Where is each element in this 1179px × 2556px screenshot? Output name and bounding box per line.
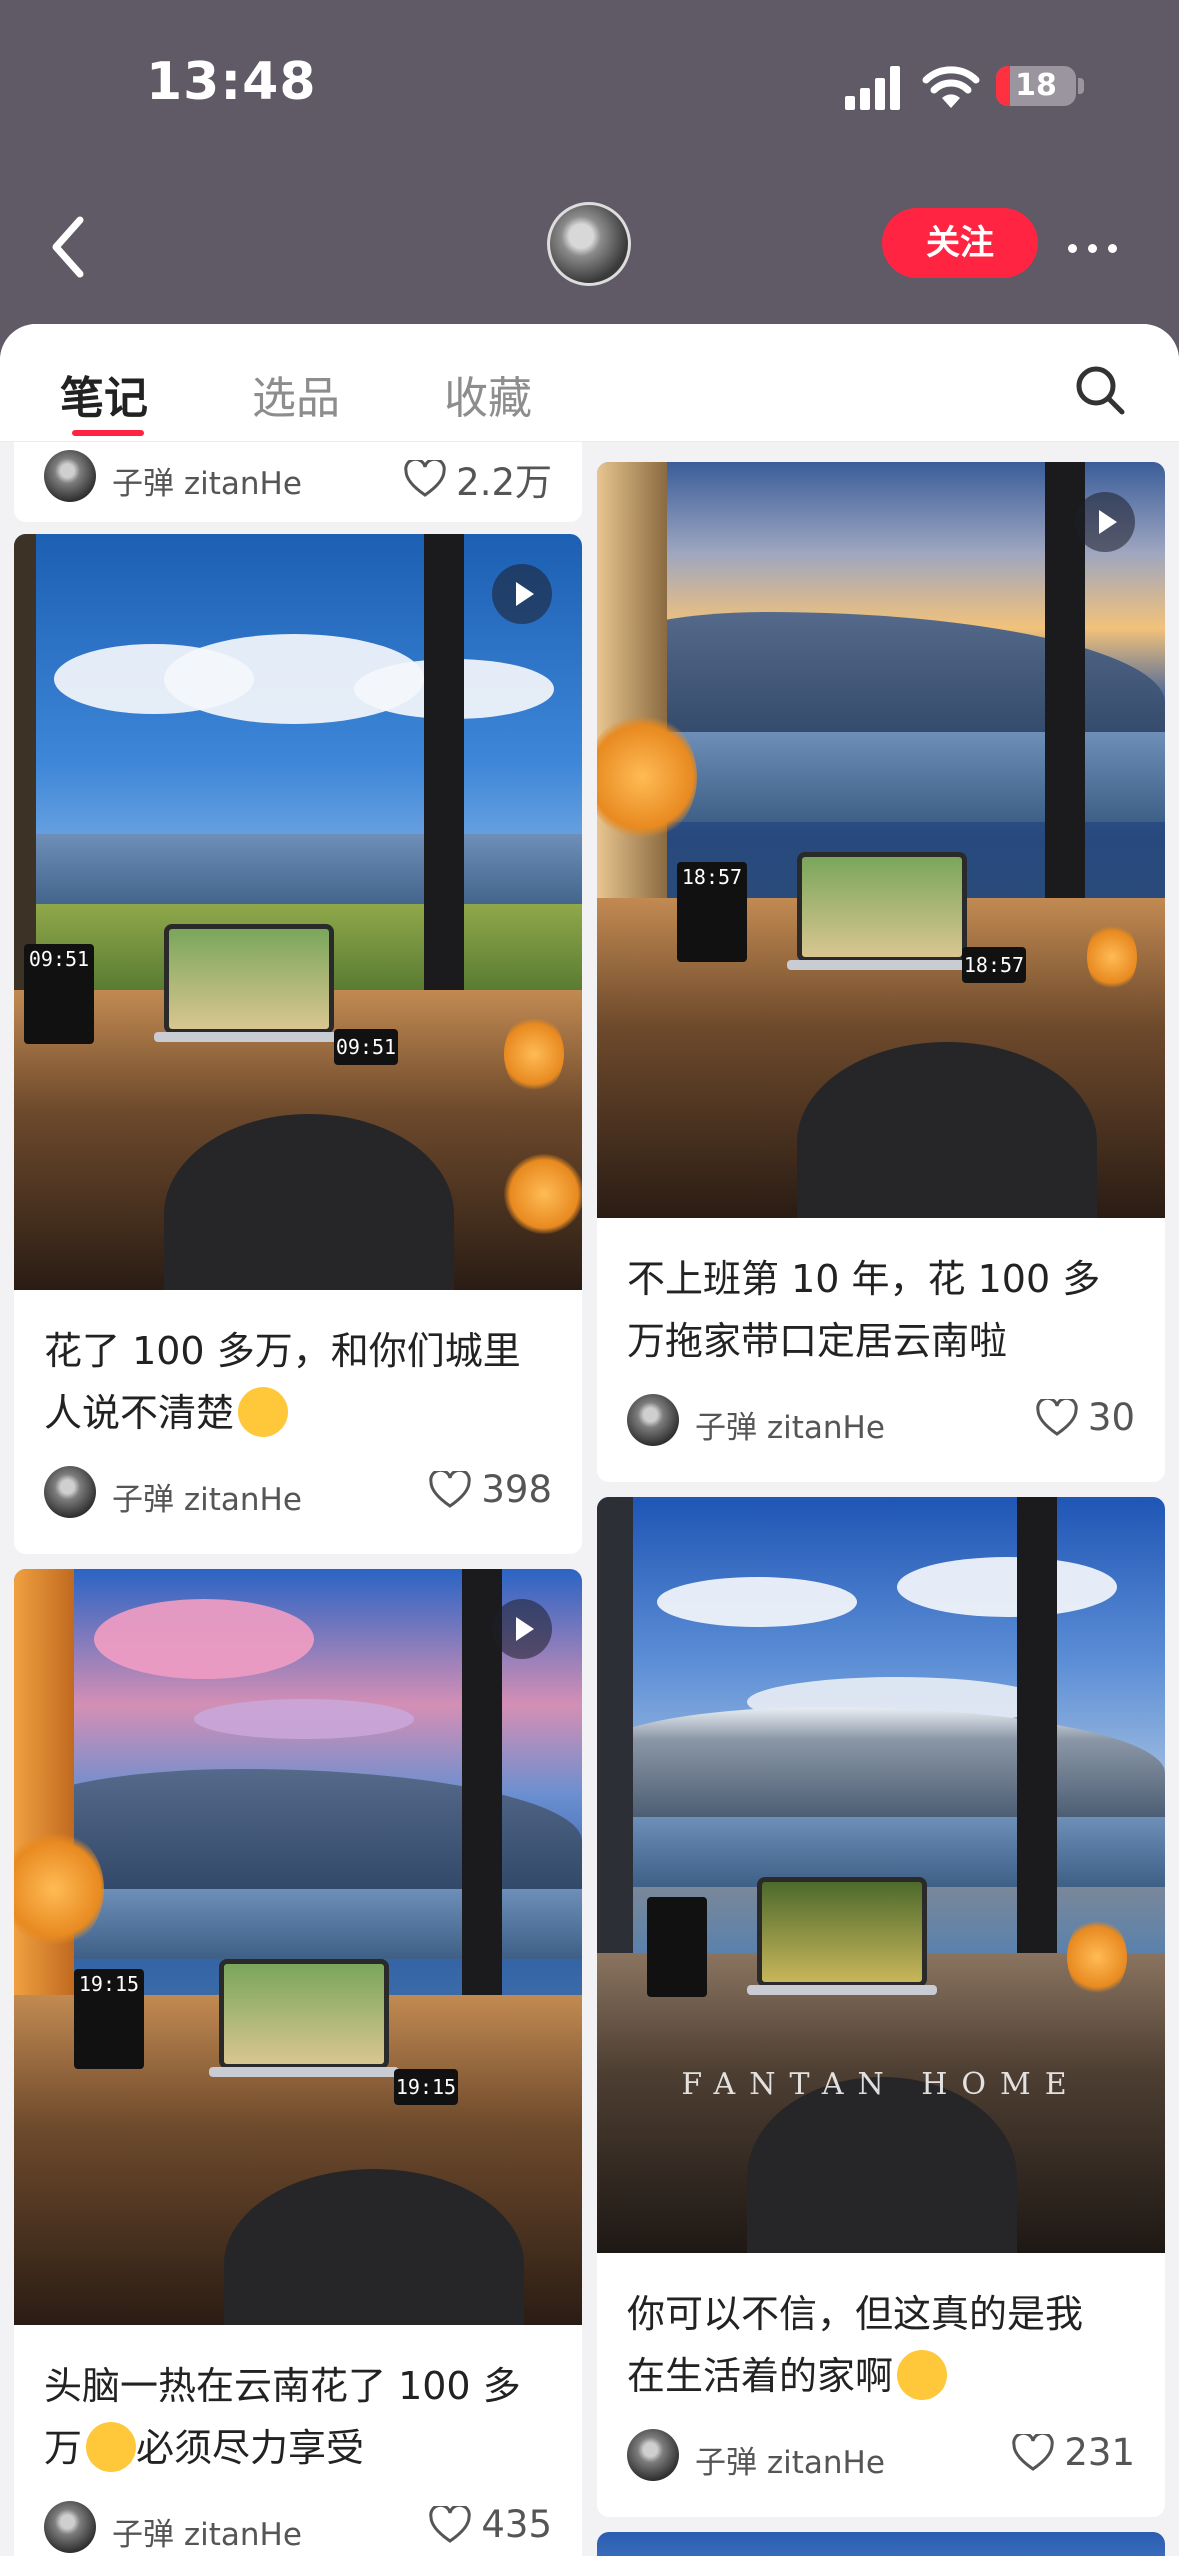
active-tab-indicator [72,430,144,436]
note-card[interactable]: 18:57 18:57 不上班第 10 年，花 100 多 万拖家带口定居云南啦… [597,462,1165,1482]
note-card[interactable]: 09:51 09:51 花了 100 多万，和你们城里 人说不清楚 子弹 zit… [14,534,582,1554]
author-name[interactable]: 子弹 zitanHe [695,1402,885,1447]
note-meta: 子弹 zitanHe 231 [627,2427,1135,2483]
play-icon [492,1599,552,1659]
play-icon [492,564,552,624]
like-button[interactable]: 398 [429,1468,552,1511]
note-title[interactable]: 头脑一热在云南花了 100 多 万必须尽力享受 [44,2355,552,2479]
signal-icon [845,64,905,110]
note-meta: 子弹 zitanHe 2.2万 [44,448,552,504]
battery-level: 18 [1015,68,1057,103]
like-button[interactable]: 231 [1012,2431,1135,2474]
emoji-icon [86,2421,137,2472]
content-sheet: 笔记 选品 收藏 子弹 zitanHe 2.2万 09:51 09:51 花了 … [0,324,1179,2556]
emoji-icon [238,1386,289,1437]
status-time: 13:48 [146,52,317,112]
play-icon [1075,492,1135,552]
note-cover-image[interactable]: FANTAN HOME [597,1497,1165,2253]
heart-icon [404,460,446,497]
author-name[interactable]: 子弹 zitanHe [112,2509,302,2554]
author-name[interactable]: 子弹 zitanHe [112,458,302,503]
search-icon[interactable] [1074,364,1126,416]
like-count: 30 [1087,1396,1135,1439]
author-avatar[interactable] [44,1466,96,1518]
profile-header: 13:48 18 关注 [0,0,1179,360]
heart-icon [429,1470,472,1508]
note-title[interactable]: 不上班第 10 年，花 100 多 万拖家带口定居云南啦 [627,1248,1135,1372]
like-count: 398 [481,1468,552,1511]
tab-selections[interactable]: 选品 [252,362,340,426]
tab-notes[interactable]: 笔记 [60,362,148,426]
wifi-icon [922,66,980,108]
heart-icon [1036,1398,1078,1436]
like-count: 231 [1064,2431,1135,2474]
like-count: 2.2万 [456,461,552,504]
note-cover-image[interactable]: 18:57 18:57 [597,462,1165,1218]
note-card[interactable]: 19:15 19:15 头脑一热在云南花了 100 多 万必须尽力享受 子弹 z… [14,1569,582,2556]
author-avatar[interactable] [627,2429,679,2481]
heart-icon [429,2505,472,2543]
note-meta: 子弹 zitanHe 30 [627,1392,1135,1448]
battery-icon: 18 [996,66,1076,106]
like-count: 435 [481,2503,552,2546]
note-meta: 子弹 zitanHe 435 [44,2499,552,2555]
cover-watermark: FANTAN HOME [681,2067,1081,2102]
author-name[interactable]: 子弹 zitanHe [112,1474,302,1519]
note-card[interactable] [597,2532,1165,2556]
note-cover-image[interactable]: 19:15 19:15 [14,1569,582,2325]
tab-bar: 笔记 选品 收藏 [0,324,1179,442]
like-button[interactable]: 435 [429,2503,552,2546]
author-avatar[interactable] [44,2501,96,2553]
emoji-icon [897,2349,948,2400]
author-avatar[interactable] [44,450,96,502]
profile-avatar[interactable] [547,202,631,286]
like-button[interactable]: 30 [1036,1396,1135,1439]
note-title[interactable]: 你可以不信，但这真的是我 在生活着的家啊 [627,2283,1135,2407]
more-dots-icon[interactable] [1068,238,1128,253]
tab-collections[interactable]: 收藏 [444,362,532,426]
follow-button[interactable]: 关注 [882,208,1038,278]
note-cover-image[interactable]: 09:51 09:51 [14,534,582,1290]
note-card[interactable]: FANTAN HOME 你可以不信，但这真的是我 在生活着的家啊 子弹 zita… [597,1497,1165,2517]
author-avatar[interactable] [627,1394,679,1446]
author-name[interactable]: 子弹 zitanHe [695,2437,885,2482]
like-button[interactable]: 2.2万 [404,452,552,506]
back-chevron-icon[interactable] [44,212,94,282]
heart-icon [1012,2433,1055,2471]
note-meta: 子弹 zitanHe 398 [44,1464,552,1520]
note-title[interactable]: 花了 100 多万，和你们城里 人说不清楚 [44,1320,552,1444]
